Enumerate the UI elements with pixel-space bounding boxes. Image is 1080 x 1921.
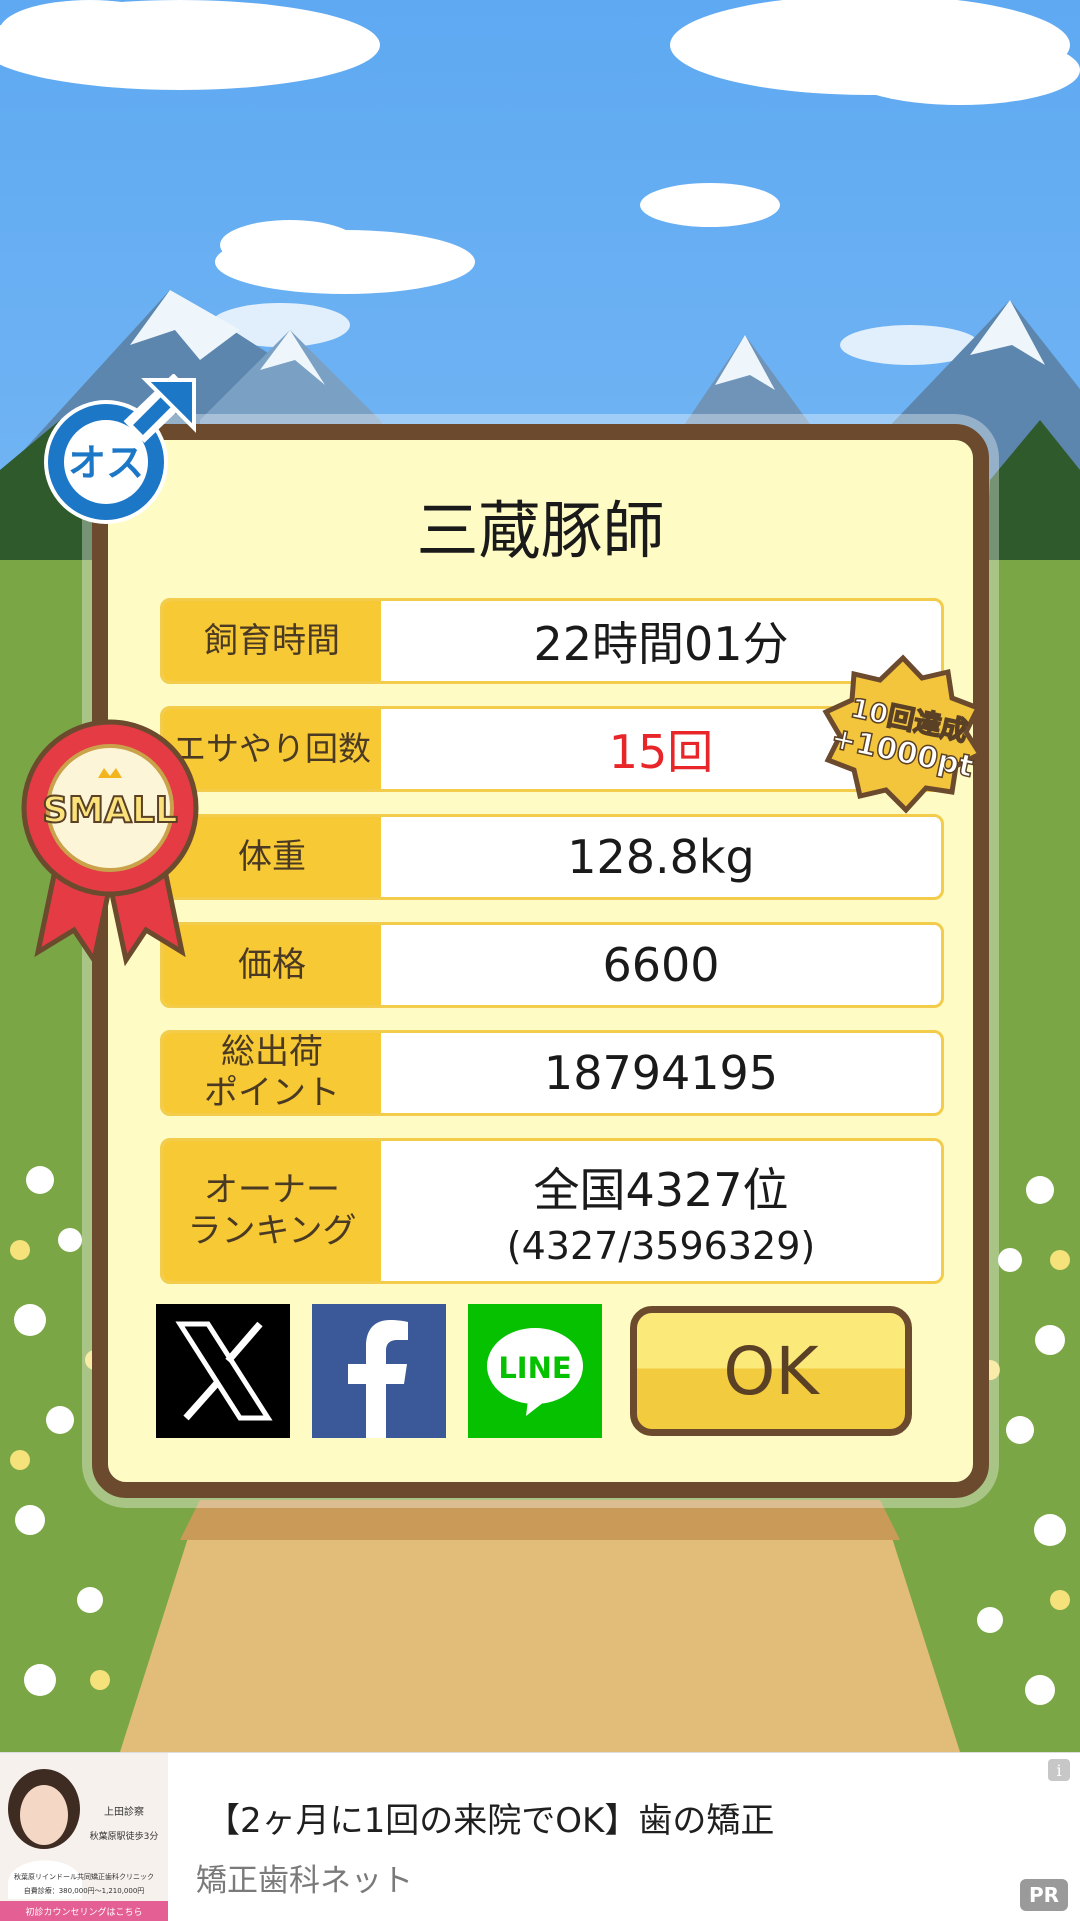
stat-label: オーナー ランキング: [163, 1141, 381, 1281]
facebook-f-icon: [348, 1320, 408, 1438]
ranking-value: 全国4327位: [533, 1163, 789, 1217]
male-gender-badge: オス: [44, 374, 196, 524]
stat-label: 飼育時間: [163, 601, 381, 681]
share-line-button[interactable]: LINE: [468, 1304, 602, 1438]
line-logo-icon: LINE: [487, 1328, 583, 1416]
ad-person-image: 上田診察 秋葉原駅徒歩3分 秋葉原リインドール共同矯正歯科クリニック 自費診療：…: [0, 1753, 168, 1921]
stat-row-owner-ranking: オーナー ランキング 全国4327位 (4327/3596329): [160, 1138, 944, 1284]
pig-name-title: 三蔵豚師: [416, 494, 665, 567]
line-label: LINE: [498, 1351, 571, 1385]
ad-sponsor: 矯正歯科ネット: [196, 1863, 413, 1899]
ad-title[interactable]: 【2ヶ月に1回の来院でOK】歯の矯正: [206, 1793, 774, 1842]
stat-label: 総出荷 ポイント: [163, 1033, 381, 1113]
ad-info-icon[interactable]: i: [1048, 1759, 1070, 1781]
ok-button[interactable]: OK: [630, 1306, 912, 1436]
size-label: SMALL: [42, 790, 178, 831]
gender-label: オス: [68, 441, 144, 485]
ad-pr-badge: PR: [1020, 1879, 1068, 1911]
stat-row-shipping-points: 総出荷 ポイント 18794195: [160, 1030, 944, 1116]
ad-thumb-text4: 自費診療：380,000円〜1,210,000円: [24, 1886, 145, 1895]
stat-value: 全国4327位 (4327/3596329): [381, 1141, 941, 1281]
size-ribbon-badge: SMALL: [21, 719, 199, 966]
result-panel: 三蔵豚師 飼育時間 22時間01分 エサやり回数 15回 体重 128.8kg …: [92, 424, 989, 1498]
stat-row-price: 価格 6600: [160, 922, 944, 1008]
ad-thumb-text2: 秋葉原駅徒歩3分: [90, 1830, 159, 1842]
stat-row-weight: 体重 128.8kg: [160, 814, 944, 900]
ranking-detail: (4327/3596329): [506, 1224, 816, 1268]
ad-banner[interactable]: 上田診察 秋葉原駅徒歩3分 秋葉原リインドール共同矯正歯科クリニック 自費診療：…: [0, 1752, 1080, 1921]
share-facebook-button[interactable]: [312, 1304, 446, 1438]
stat-value: 18794195: [543, 1046, 779, 1100]
stat-value: 128.8kg: [567, 830, 755, 884]
achievement-badge: 10回達成 +1000pt: [822, 654, 984, 814]
ad-thumbnail[interactable]: 上田診察 秋葉原駅徒歩3分 秋葉原リインドール共同矯正歯科クリニック 自費診療：…: [0, 1753, 168, 1921]
ad-thumb-text1: 上田診察: [104, 1805, 144, 1818]
x-logo-icon: [175, 1321, 273, 1421]
share-x-button[interactable]: [156, 1304, 290, 1438]
ad-thumb-cta: 初診カウンセリングはこちら: [25, 1906, 142, 1918]
stat-value: 6600: [602, 938, 720, 992]
ad-thumb-text3: 秋葉原リインドール共同矯正歯科クリニック: [14, 1872, 154, 1881]
